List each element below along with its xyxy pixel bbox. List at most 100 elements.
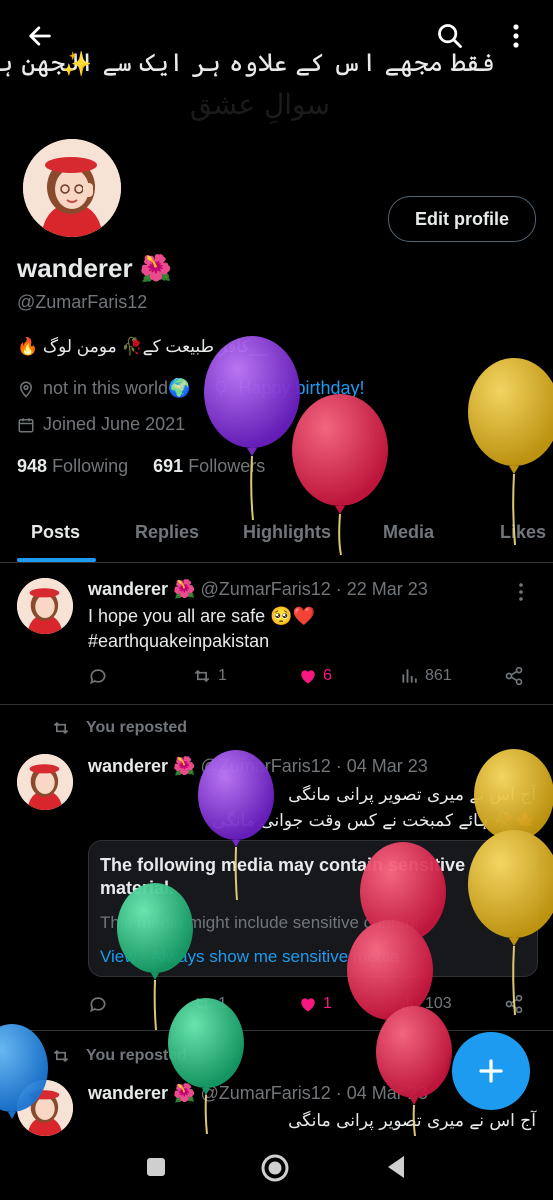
tweet-divider [0,1030,553,1031]
views-chart-icon [402,669,417,683]
compose-button[interactable] [452,1032,530,1110]
tweet-divider [0,704,553,705]
more-options-button[interactable] [498,18,534,54]
profile-stats: 948 Following 691 Followers [17,456,265,477]
repost-button[interactable]: 1 [191,994,227,1014]
heart-filled-icon [301,670,315,684]
repost-indicator: You reposted [50,1046,187,1066]
back-nav-icon[interactable] [384,1154,408,1180]
tweet-text: I hope you all are safe 🥺❤️ [88,606,315,626]
views-count: 103 [425,995,452,1012]
views-chart-icon [402,997,417,1011]
repost-icon [53,721,69,735]
back-button[interactable] [22,18,58,54]
sensitive-subtitle: This media might include sensitive conte… [100,913,420,932]
profile-joined: Joined June 2021 [43,414,186,434]
tweet-meta: @ZumarFaris12 · 04 Mar 23 [200,1083,428,1103]
avatar-illustration [17,754,73,810]
sensitive-title: The following media may contain sensitiv… [100,855,466,898]
tweet-avatar[interactable] [17,754,73,810]
sensitive-media-warning[interactable]: The following media may contain sensitiv… [88,840,538,977]
repost-count: 1 [218,667,227,684]
profile-bio: 🔥 کافر طبیعت کے🥀 مومن لوگ__ [17,337,269,356]
arrow-left-icon [29,26,51,46]
like-button[interactable]: 1 [298,994,332,1014]
views-button[interactable]: 103 [400,994,452,1014]
profile-tabs: Posts Replies Highlights Media Likes [0,502,553,563]
tab-highlights[interactable]: Highlights [243,522,331,543]
views-button[interactable]: 861 [400,666,452,686]
tweet-author-name[interactable]: wanderer 🌺 [88,579,195,599]
active-tab-indicator [17,558,96,562]
profile-joined-row: Joined June 2021 [17,414,185,435]
tab-replies[interactable]: Replies [135,522,199,543]
banner-background-text: سوالِ عشق [190,88,330,121]
repost-indicator: You reposted [50,718,187,738]
like-count: 6 [323,667,332,684]
tweet-urdu-line-2: 🍁🥀 ہائے کمبخت نے کس وقت جوانی مانگی [212,811,536,831]
share-button[interactable] [504,994,524,1014]
profile-meta-row: not in this world🌍 Happy birthday! [17,378,365,399]
profile-banner[interactable]: سوالِ عشق فقط مجھے اس کے علاوہ ہر ایک سے… [0,0,553,132]
avatar-illustration [17,578,73,634]
balloon-birthday-icon [216,380,227,396]
repost-label: You reposted [86,719,188,736]
repost-icon [194,997,210,1011]
tweet-actions: 1 6 861 [88,666,538,690]
tweet-meta: @ZumarFaris12 · 22 Mar 23 [200,579,428,599]
repost-icon [53,1049,69,1063]
reply-button[interactable] [88,994,108,1014]
system-nav-bar [0,1136,553,1200]
plus-icon [479,1059,503,1083]
like-count: 1 [323,995,332,1012]
balloon-green [168,998,244,1135]
search-button[interactable] [432,18,468,54]
profile-location: not in this world🌍 [43,378,191,398]
tweet-header: wanderer 🌺 @ZumarFaris12 · 04 Mar 23 [88,756,428,777]
home-icon[interactable] [259,1152,291,1184]
tweet-header: wanderer 🌺 @ZumarFaris12 · 04 Mar 23 [88,1083,428,1104]
reply-button[interactable] [88,666,108,686]
tab-media[interactable]: Media [383,522,434,543]
following-link[interactable]: 948 Following [17,456,128,476]
avatar-illustration [17,1080,73,1136]
recent-apps-icon[interactable] [145,1156,167,1178]
tweet-hashtag[interactable]: #earthquakeinpakistan [88,631,269,652]
repost-label: You reposted [86,1047,188,1064]
sensitive-view-links[interactable]: View · Always show me sensitive media [100,947,399,967]
tweet-urdu-line-1: آج اس نے میری تصویر پرانی مانگی [288,1111,536,1131]
followers-link[interactable]: 691 Followers [153,456,265,476]
tweet-actions: 1 1 103 [88,994,538,1018]
tweet-avatar[interactable] [17,578,73,634]
share-button[interactable] [504,666,524,686]
reply-icon [90,997,106,1013]
reply-icon [90,669,106,685]
tab-posts[interactable]: Posts [31,522,80,543]
profile-avatar[interactable] [20,136,124,240]
views-count: 861 [425,667,452,684]
tweet-meta: @ZumarFaris12 · 04 Mar 23 [200,756,428,776]
repost-icon [194,669,210,683]
like-button[interactable]: 6 [298,666,332,686]
tweet-avatar[interactable] [17,1080,73,1136]
profile-birthday: Happy birthday! [238,378,365,398]
tab-likes[interactable]: Likes [500,522,546,543]
repost-button[interactable]: 1 [191,666,227,686]
location-pin-icon [19,381,33,398]
tweet-urdu-line-1: آج اس نے میری تصویر پرانی مانگی [288,785,536,805]
avatar-illustration [23,139,121,237]
edit-profile-button[interactable]: Edit profile [388,196,536,242]
share-icon [505,666,523,686]
profile-name: wanderer 🌺 [17,253,173,283]
tweet-author-name[interactable]: wanderer 🌺 [88,756,195,776]
tweet-header: wanderer 🌺 @ZumarFaris12 · 22 Mar 23 [88,579,428,600]
tweet-author-name[interactable]: wanderer 🌺 [88,1083,195,1103]
tweet-more-icon[interactable] [511,582,531,602]
more-vertical-icon [513,24,519,48]
search-icon [438,24,462,48]
repost-count: 1 [218,995,227,1012]
share-icon [505,994,523,1014]
calendar-icon [18,417,34,432]
heart-filled-icon [301,998,315,1012]
balloon-purple [204,336,300,521]
